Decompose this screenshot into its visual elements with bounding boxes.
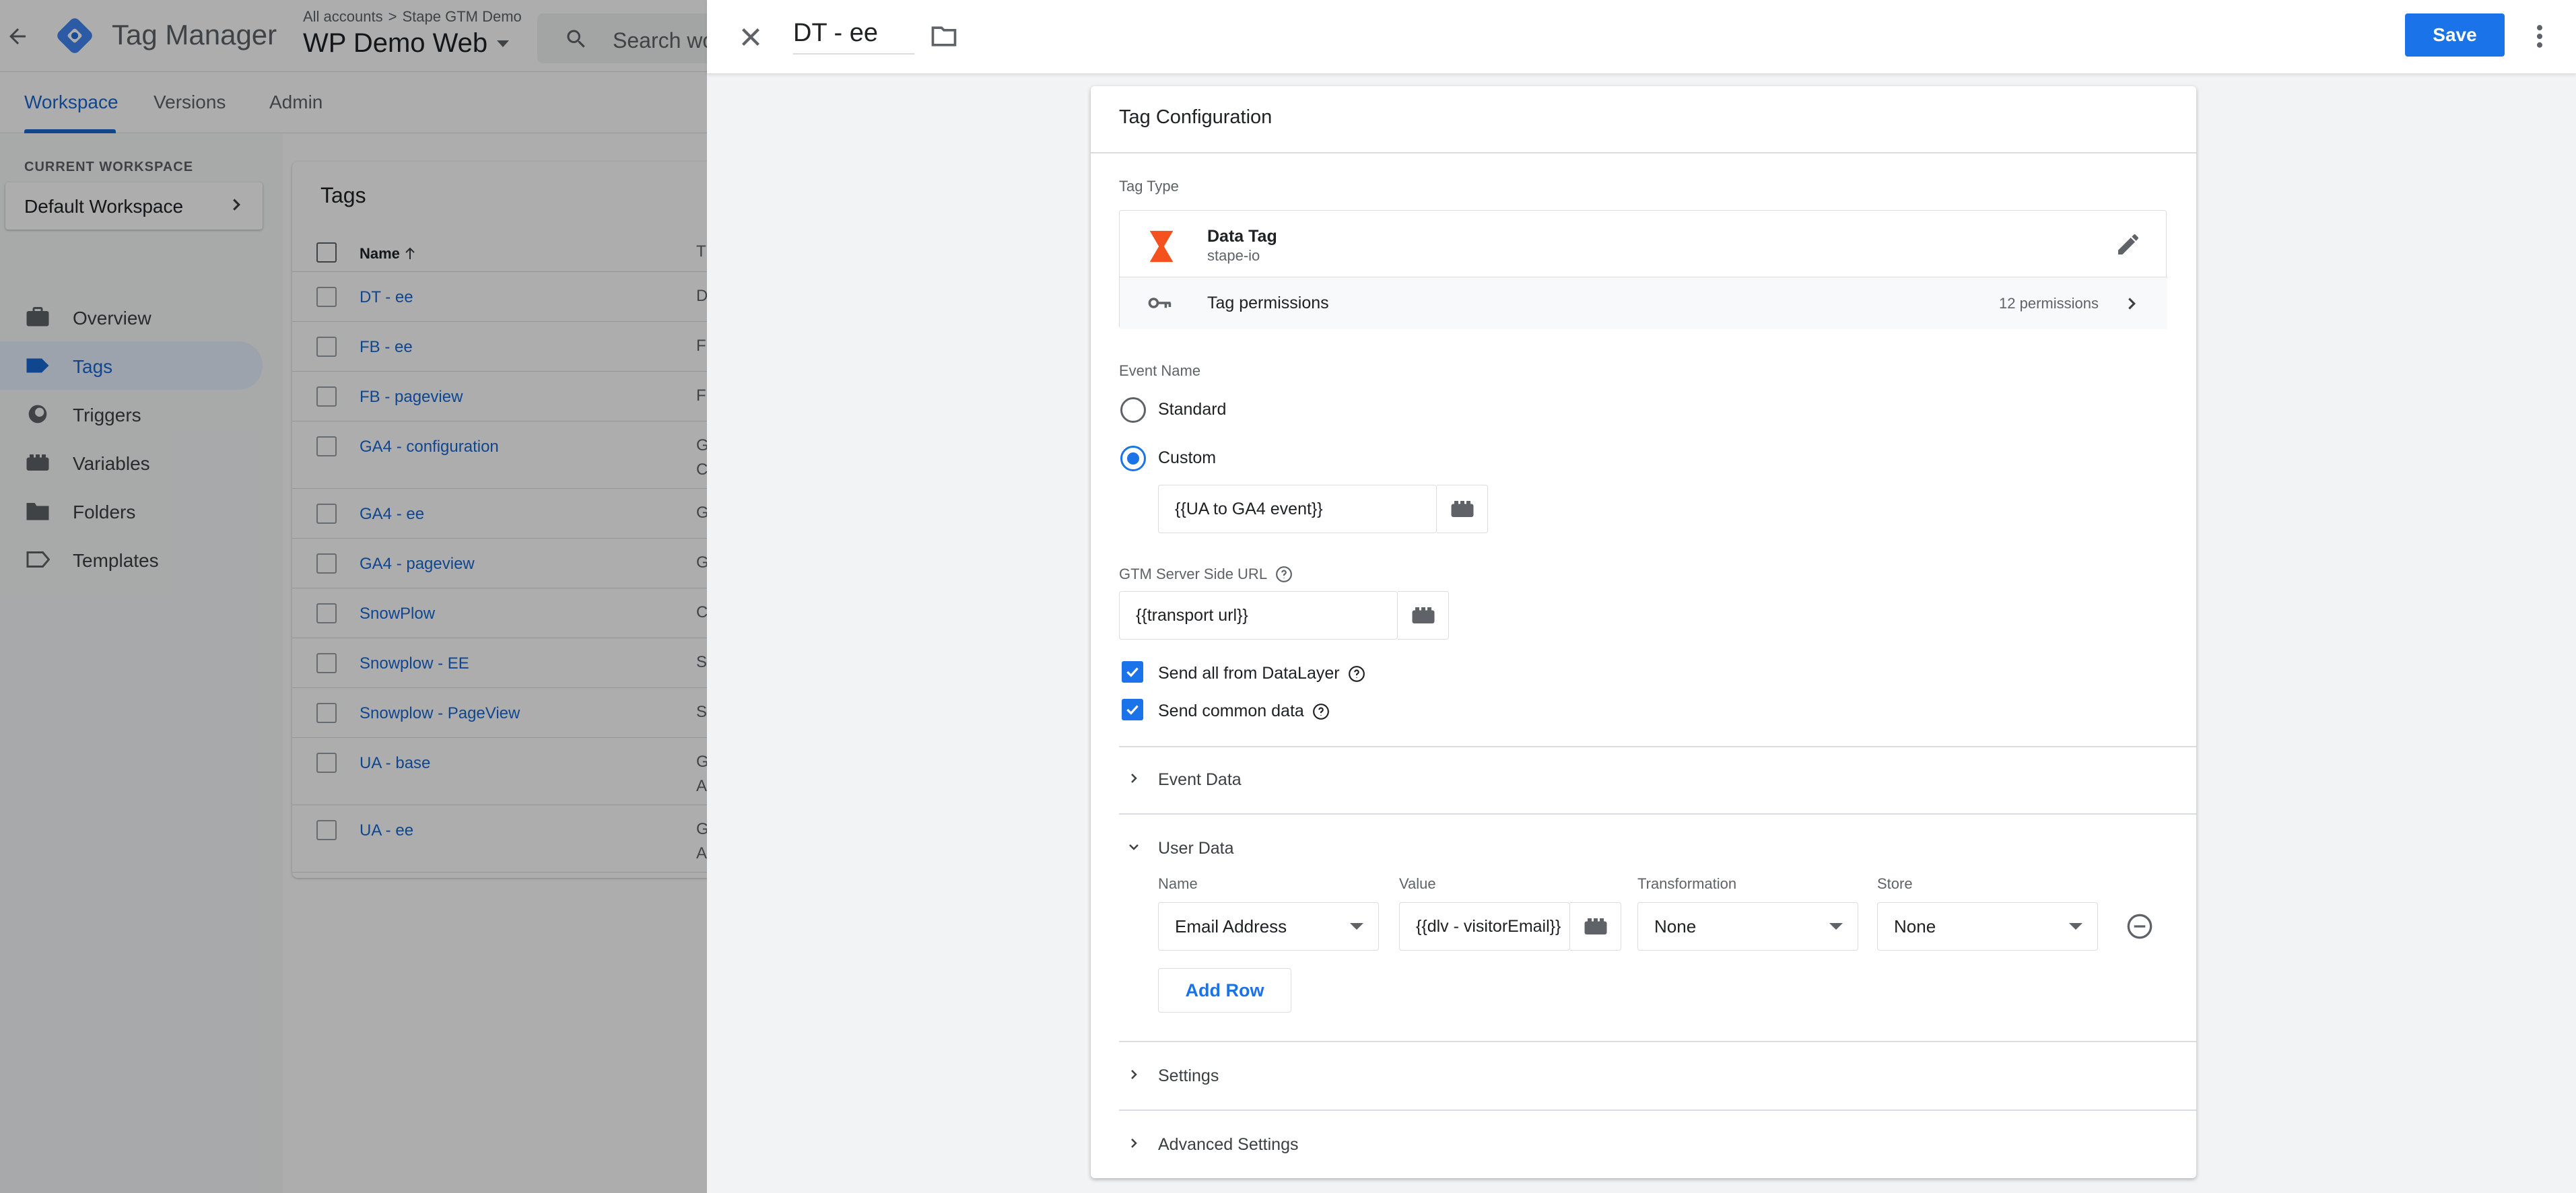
variable-picker-button[interactable] (1437, 485, 1488, 533)
tag-editor-header: DT - ee Save (707, 0, 2576, 74)
user-data-store-column: Store (1877, 875, 1913, 892)
user-data-transformation-column: Transformation (1637, 875, 1737, 892)
divider (1119, 746, 2196, 747)
more-vert-icon[interactable] (2528, 22, 2552, 51)
send-all-label: Send all from DataLayer (1158, 664, 1340, 683)
user-data-name-select[interactable]: Email Address (1158, 902, 1379, 951)
standard-radio-label: Standard (1158, 400, 1227, 419)
server-url-input[interactable]: {{transport url}} (1119, 591, 1398, 640)
tag-configuration-card: Tag Configuration Tag Type Data Tag stap… (1091, 86, 2196, 1178)
card-title: Tag Configuration (1119, 106, 1273, 128)
send-all-checkbox[interactable] (1122, 661, 1143, 683)
remove-row-icon[interactable] (2126, 913, 2153, 940)
edit-pencil-icon[interactable] (2115, 231, 2142, 258)
event-data-label: Event Data (1158, 770, 1242, 789)
permissions-count: 12 permissions (1999, 295, 2099, 312)
user-data-value-column: Value (1399, 875, 1436, 892)
tag-type-label: Tag Type (1119, 178, 1179, 195)
divider (1091, 152, 2196, 154)
chevron-down-icon (1129, 844, 1139, 850)
server-url-label-row: GTM Server Side URL (1119, 566, 1293, 583)
tag-name-field[interactable]: DT - ee (793, 19, 914, 55)
variables-icon (1584, 918, 1607, 934)
event-data-section-toggle[interactable]: Event Data (1119, 766, 2196, 807)
send-common-label-row: Send common data (1158, 702, 1330, 721)
help-icon[interactable] (1348, 665, 1365, 683)
variable-picker-button[interactable] (1398, 591, 1449, 640)
tag-type-name: Data Tag (1207, 227, 1277, 246)
event-name-label: Event Name (1119, 362, 1201, 379)
variables-icon (1412, 607, 1435, 623)
send-common-checkbox[interactable] (1122, 699, 1143, 720)
user-data-section-toggle[interactable]: User Data (1119, 835, 2196, 875)
tag-permissions-row[interactable]: Tag permissions 12 permissions (1120, 277, 2167, 329)
tag-editor-panel: DT - ee Save Tag Configuration Tag Type … (707, 0, 2576, 1193)
chevron-right-icon (1131, 1070, 1137, 1079)
user-data-name-value: Email Address (1175, 916, 1287, 936)
divider (1119, 1041, 2196, 1042)
standard-radio[interactable] (1120, 397, 1146, 423)
user-data-name-column: Name (1158, 875, 1198, 892)
variables-icon (1451, 501, 1474, 517)
checkmark-icon (1126, 667, 1139, 677)
user-data-label: User Data (1158, 839, 1234, 858)
user-data-transformation-select[interactable]: None (1637, 902, 1858, 951)
folder-icon[interactable] (929, 22, 959, 51)
save-button[interactable]: Save (2405, 13, 2505, 57)
modal-scrim[interactable] (0, 0, 707, 1193)
dropdown-arrow-icon (1350, 923, 1363, 930)
chevron-right-icon (2128, 298, 2136, 310)
user-data-value-input[interactable]: {{dlv - visitorEmail}} (1399, 902, 1570, 951)
settings-label: Settings (1158, 1066, 1219, 1085)
custom-radio[interactable] (1120, 446, 1146, 471)
close-icon[interactable] (735, 22, 766, 53)
help-icon[interactable] (1275, 566, 1293, 583)
checkmark-icon (1126, 705, 1139, 715)
divider (1119, 813, 2196, 815)
transformation-value: None (1654, 916, 1697, 936)
chevron-right-icon (1131, 1138, 1137, 1148)
tag-type-selector[interactable]: Data Tag stape-io Tag permissions 12 per… (1119, 210, 2167, 329)
add-row-button[interactable]: Add Row (1158, 968, 1291, 1013)
user-data-store-select[interactable]: None (1877, 902, 2098, 951)
variable-picker-button[interactable] (1570, 902, 1621, 951)
divider (1119, 1110, 2196, 1111)
send-common-label: Send common data (1158, 702, 1304, 720)
send-all-label-row: Send all from DataLayer (1158, 664, 1365, 683)
data-tag-icon (1149, 230, 1174, 263)
store-value: None (1894, 916, 1936, 936)
advanced-settings-section-toggle[interactable]: Advanced Settings (1119, 1131, 2196, 1171)
dropdown-arrow-icon (2069, 923, 2082, 930)
settings-section-toggle[interactable]: Settings (1119, 1062, 2196, 1103)
help-icon[interactable] (1312, 703, 1330, 720)
custom-radio-label: Custom (1158, 448, 1217, 467)
dropdown-arrow-icon (1829, 923, 1843, 930)
tag-permissions-label: Tag permissions (1207, 294, 1329, 312)
server-url-label: GTM Server Side URL (1119, 566, 1268, 582)
key-icon (1148, 298, 1172, 308)
custom-event-name-input[interactable]: {{UA to GA4 event}} (1158, 485, 1437, 533)
chevron-right-icon (1131, 774, 1137, 783)
tag-type-vendor: stape-io (1207, 247, 1260, 264)
advanced-settings-label: Advanced Settings (1158, 1135, 1299, 1154)
